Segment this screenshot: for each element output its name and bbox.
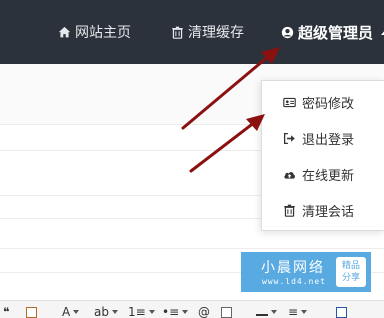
- admin-dropdown-menu: 密码修改 退出登录 在线更新 清理会话: [261, 80, 384, 231]
- watermark-seal-line1: 精品: [341, 261, 360, 271]
- id-card-icon: [282, 95, 296, 109]
- watermark-url: www.ld4.net: [262, 277, 326, 286]
- clipboard-icon: [26, 306, 37, 318]
- font-color-icon: A: [62, 305, 71, 318]
- chevron-down-icon: [301, 310, 308, 314]
- menu-item-label: 密码修改: [302, 96, 355, 112]
- indent-icon: ≡: [288, 305, 299, 318]
- nav-home-link[interactable]: 网站主页: [57, 0, 131, 64]
- ordered-list-button[interactable]: 1≡: [128, 305, 155, 318]
- nav-clear-cache-label: 清理缓存: [188, 25, 244, 41]
- editor-toolbar: ❝ A ab 1≡ •≡ @ ≡: [0, 300, 384, 318]
- content-divider: [0, 248, 384, 249]
- nav-home-label: 网站主页: [75, 25, 131, 41]
- chevron-down-icon: [271, 310, 277, 314]
- fullscreen-icon: [336, 306, 347, 318]
- watermark-seal: 精品 分享: [336, 257, 366, 287]
- admin-menu-label: 超级管理员: [298, 23, 374, 42]
- menu-item-label: 在线更新: [302, 168, 355, 184]
- cloud-upload-icon: [282, 167, 296, 181]
- chevron-down-icon: [182, 310, 189, 314]
- user-avatar-icon: [280, 25, 294, 39]
- anchor-button[interactable]: @: [198, 305, 210, 318]
- menu-item-label: 退出登录: [302, 132, 355, 148]
- menu-item-online-update[interactable]: 在线更新: [262, 159, 384, 189]
- indent-button[interactable]: ≡: [288, 305, 308, 318]
- page-break-button[interactable]: [221, 305, 232, 318]
- nav-clear-cache-link[interactable]: 清理缓存: [170, 0, 244, 64]
- highlight-button[interactable]: ab: [94, 305, 118, 318]
- chevron-down-icon: [73, 310, 80, 314]
- line-height-button[interactable]: [256, 305, 277, 318]
- anchor-icon: @: [198, 305, 210, 318]
- menu-item-change-password[interactable]: 密码修改: [262, 87, 384, 117]
- chevron-down-icon: [111, 310, 118, 314]
- ordered-list-icon: 1≡: [128, 305, 146, 318]
- top-navbar: 网站主页 清理缓存 超级管理员: [0, 0, 384, 64]
- home-icon: [57, 25, 71, 39]
- admin-menu-toggle[interactable]: 超级管理员: [280, 0, 384, 64]
- menu-item-logout[interactable]: 退出登录: [262, 123, 384, 153]
- menu-item-clear-session[interactable]: 清理会话: [262, 195, 384, 225]
- watermark-seal-line2: 分享: [341, 273, 360, 283]
- highlight-icon: ab: [94, 305, 109, 318]
- fullscreen-button[interactable]: [336, 305, 347, 318]
- unordered-list-button[interactable]: •≡: [162, 305, 189, 318]
- watermark-title: 小晨网络: [261, 260, 325, 276]
- site-watermark: 小晨网络 www.ld4.net 精品 分享: [241, 252, 371, 292]
- unordered-list-icon: •≡: [162, 305, 180, 318]
- quote-icon: ❝: [3, 305, 10, 318]
- app-stage: 网站主页 清理缓存 超级管理员 密码修改 退出登录 在线更新 清理会话 小晨网络…: [0, 0, 384, 318]
- page-icon: [221, 306, 232, 318]
- paste-button[interactable]: [26, 305, 37, 318]
- sign-out-icon: [282, 131, 296, 145]
- trash-icon: [170, 25, 184, 39]
- trash-icon: [282, 203, 296, 217]
- blockquote-button[interactable]: ❝: [3, 305, 9, 318]
- font-color-button[interactable]: A: [62, 305, 80, 318]
- line-height-icon: [256, 314, 268, 316]
- chevron-down-icon: [148, 310, 155, 314]
- menu-item-label: 清理会话: [302, 204, 355, 220]
